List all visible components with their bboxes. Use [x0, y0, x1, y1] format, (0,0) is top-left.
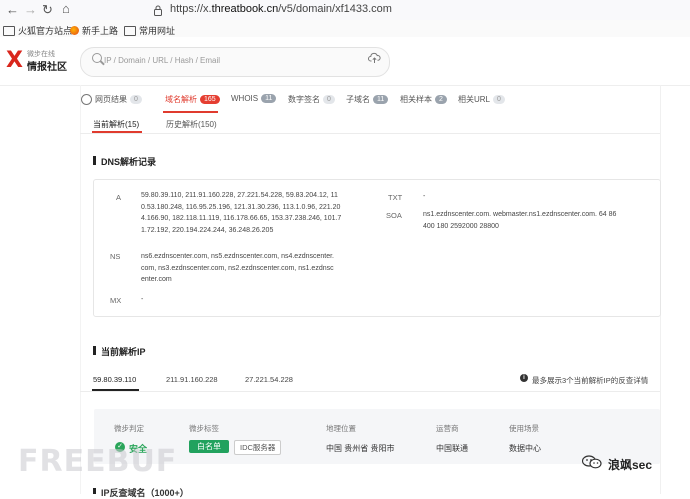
- content-divider: [80, 85, 81, 494]
- scene-heading: 使用场景: [509, 424, 539, 433]
- count-badge: 11: [373, 95, 389, 104]
- count-badge: 2: [435, 95, 447, 104]
- isp-value: 中国联通: [436, 444, 468, 453]
- record-line: enter.com: [141, 276, 172, 283]
- info-icon: i: [520, 374, 528, 382]
- tab-label: 相关URL: [458, 95, 491, 104]
- ip-limit-note: 最多展示3个当前解析IP的反查详情: [532, 376, 649, 385]
- folder-icon: [3, 25, 15, 36]
- record-line: 0.53.180.248, 116.95.25.196, 121.31.30.2…: [141, 203, 341, 211]
- record-a-label: A: [116, 193, 122, 202]
- record-txt-value: -: [423, 193, 426, 200]
- tab-label: 域名解析: [165, 95, 197, 104]
- logo-mark[interactable]: X: [6, 48, 23, 73]
- subtab-history-resolution[interactable]: 历史解析(150): [166, 119, 217, 130]
- tab-label: WHOIS: [231, 94, 259, 103]
- count-badge: 165: [200, 95, 220, 104]
- tab-label: 子域名: [346, 95, 370, 104]
- bookmark-label: 新手上路: [82, 26, 119, 36]
- record-line: 59.80.39.110, 211.91.160.228, 27.221.54.…: [141, 192, 338, 199]
- lock-icon: [153, 3, 163, 16]
- url-prefix: https://x.: [170, 3, 212, 15]
- ip-tab-2[interactable]: 211.91.160.228: [166, 375, 218, 384]
- record-ns-value: ns6.ezdnscenter.com, ns5.ezdnscenter.com…: [141, 251, 381, 286]
- record-line: ns6.ezdnscenter.com, ns5.ezdnscenter.com…: [141, 253, 334, 260]
- back-icon[interactable]: ←: [6, 2, 19, 17]
- reload-icon[interactable]: ↻: [42, 2, 53, 18]
- record-line: ns1.ezdnscenter.com. webmaster.ns1.ezdns…: [423, 211, 617, 218]
- tab-related-urls[interactable]: 相关URL 0: [458, 94, 505, 105]
- forward-icon[interactable]: →: [24, 2, 37, 17]
- geo-value: 中国 贵州省 贵阳市: [326, 444, 395, 453]
- firefox-icon: [70, 26, 79, 35]
- ip-tab-1[interactable]: 59.80.39.110: [93, 375, 136, 384]
- bookmark-getting-started[interactable]: 新手上路: [70, 24, 118, 37]
- record-line: 4.166.90, 182.118.11.119, 116.178.66.65,…: [141, 215, 342, 222]
- record-soa-value: ns1.ezdnscenter.com. webmaster.ns1.ezdns…: [423, 209, 655, 232]
- ip-reverse-domain-title: IP反查域名（1000+）: [101, 488, 189, 498]
- tab-subdomains[interactable]: 子域名 11: [346, 94, 389, 105]
- record-txt-label: TXT: [388, 193, 403, 202]
- section-marker: [93, 488, 96, 494]
- record-mx-value: -: [141, 296, 144, 303]
- divider: [80, 391, 660, 392]
- scene-value: 数据中心: [509, 444, 541, 453]
- isp-heading: 运营商: [436, 424, 459, 433]
- active-tab-indicator: [163, 111, 218, 113]
- section-marker: [93, 346, 96, 355]
- tab-related-samples[interactable]: 相关样本 2: [400, 94, 447, 105]
- current-ip-title: 当前解析IP: [101, 347, 146, 357]
- geo-heading: 地理位置: [326, 424, 356, 433]
- dns-records-title: DNS解析记录: [101, 157, 157, 167]
- count-badge: 0: [323, 95, 335, 104]
- upload-icon[interactable]: [368, 52, 381, 67]
- bookmark-firefox-official[interactable]: 火狐官方站点: [3, 24, 72, 37]
- divider: [80, 133, 660, 134]
- record-a-value: 59.80.39.110, 211.91.160.228, 27.221.54.…: [141, 190, 381, 236]
- tab-whois[interactable]: WHOIS 11: [231, 94, 277, 103]
- address-bar[interactable]: https://x.threatbook.cn/v5/domain/xf1433…: [170, 3, 392, 15]
- freebuf-watermark: FREEBUF: [18, 444, 178, 479]
- record-line: 1.72.192, 220.194.224.244, 36.248.26.205: [141, 226, 274, 234]
- tags-heading: 微步标签: [189, 424, 219, 433]
- tab-web-results[interactable]: 网页结果 0: [81, 94, 142, 105]
- count-badge: 0: [493, 95, 505, 104]
- url-path: /v5/domain/xf1433.com: [278, 3, 392, 15]
- tab-dns-resolution[interactable]: 域名解析 165: [165, 94, 220, 105]
- subtab-current-resolution[interactable]: 当前解析(15): [93, 119, 139, 130]
- bookmark-common-sites[interactable]: 常用网址: [124, 24, 175, 37]
- tab-label: 数字签名: [288, 95, 320, 104]
- home-icon[interactable]: ⌂: [62, 1, 70, 16]
- globe-icon: [81, 94, 92, 105]
- url-domain: threatbook.cn: [211, 3, 279, 15]
- record-ns-label: NS: [110, 252, 121, 261]
- whitelist-tag[interactable]: 白名单: [189, 440, 229, 453]
- record-soa-label: SOA: [386, 211, 402, 220]
- section-marker: [93, 156, 96, 165]
- wechat-icon: [581, 455, 602, 469]
- record-mx-label: MX: [110, 296, 122, 305]
- count-badge: 0: [130, 95, 142, 104]
- idc-server-tag[interactable]: IDC服务器: [234, 440, 282, 455]
- count-badge: 11: [261, 94, 277, 103]
- tab-label: 相关样本: [400, 95, 432, 104]
- logo-name[interactable]: 情报社区: [27, 58, 67, 73]
- ip-info-card: [94, 409, 660, 464]
- ip-tab-3[interactable]: 27.221.54.228: [245, 375, 293, 384]
- judge-heading: 微步判定: [114, 424, 144, 433]
- record-line: 400 180 2592000 28800: [423, 222, 499, 230]
- tab-label: 网页结果: [95, 95, 127, 104]
- folder-icon: [124, 25, 136, 36]
- author-watermark: 浪飒sec: [608, 458, 653, 472]
- search-placeholder: IP / Domain / URL / Hash / Email: [104, 56, 221, 65]
- tab-digital-signature[interactable]: 数字签名 0: [288, 94, 335, 105]
- bookmark-label: 火狐官方站点: [18, 26, 73, 36]
- bookmark-label: 常用网址: [139, 26, 176, 36]
- record-line: com, ns3.ezdnscenter.com, ns2.ezdnscente…: [141, 264, 334, 272]
